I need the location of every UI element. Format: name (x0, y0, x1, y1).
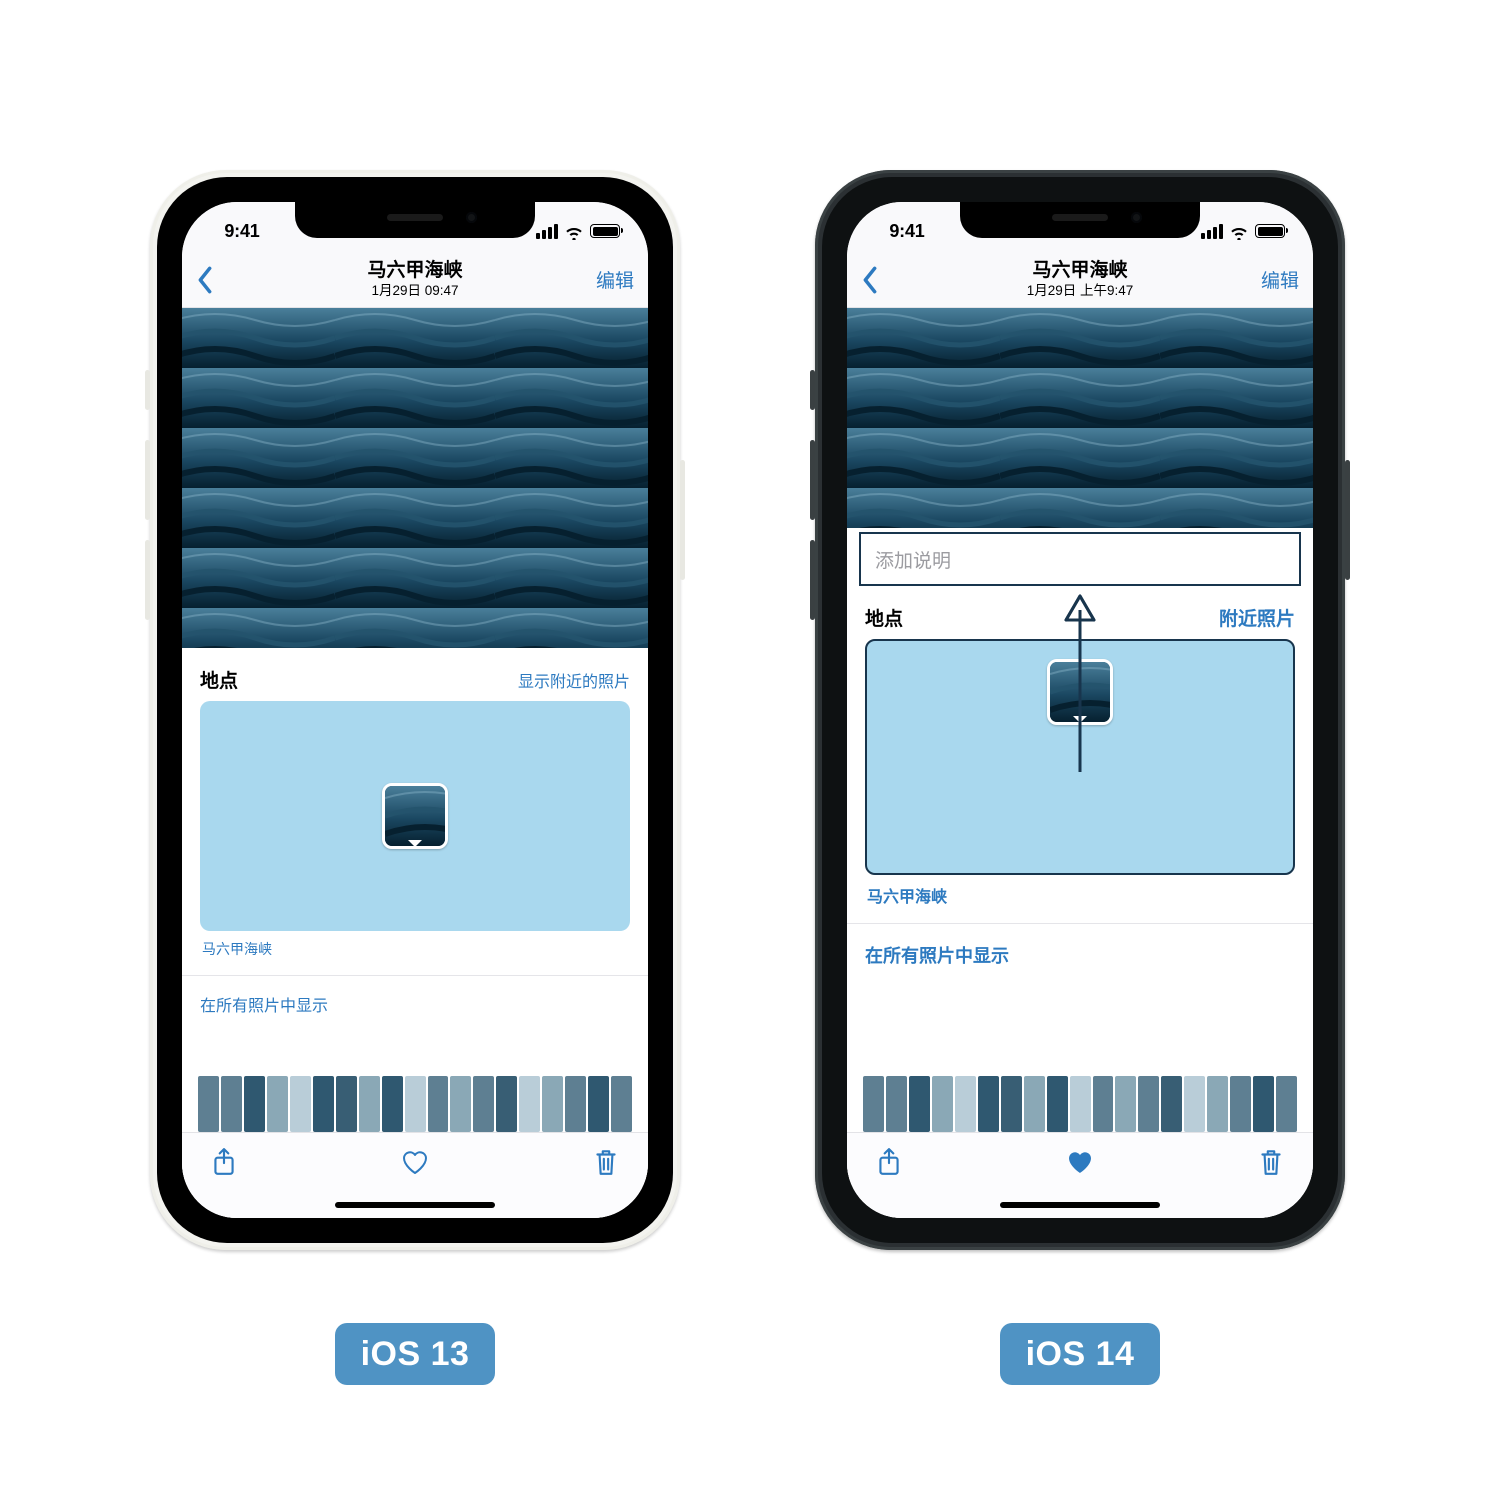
map-caption: 马六甲海峡 (202, 939, 628, 959)
screen-ios13: 9:41 马六甲海峡 1月29日 09:47 (182, 202, 648, 1218)
heart-icon[interactable] (1066, 1147, 1094, 1177)
map-pin[interactable] (382, 783, 448, 849)
trash-icon[interactable] (1257, 1147, 1285, 1177)
wifi-icon (564, 224, 584, 239)
battery-icon (1255, 224, 1285, 238)
place-label: 地点 (200, 666, 238, 693)
nav-bar: 马六甲海峡 1月29日 09:47 编辑 (182, 252, 648, 308)
content-ios13: 地点 显示附近的照片 马六甲海峡 在所有照片中显示 (182, 308, 648, 1218)
version-label-ios14: iOS 14 (1000, 1323, 1160, 1385)
edit-button[interactable]: 编辑 (1261, 266, 1299, 293)
edit-button[interactable]: 编辑 (596, 266, 634, 293)
status-time: 9:41 (875, 221, 939, 242)
version-label-ios13: iOS 13 (335, 1323, 495, 1385)
notch (960, 202, 1200, 238)
nav-subtitle: 1月29日 上午9:47 (847, 283, 1313, 299)
status-time: 9:41 (210, 221, 274, 242)
cellular-icon (536, 224, 558, 239)
mute-switch[interactable] (145, 370, 150, 410)
mute-switch[interactable] (810, 370, 815, 410)
location-map[interactable] (200, 701, 630, 931)
share-icon[interactable] (210, 1147, 238, 1177)
phone-ios14: 9:41 马六甲海峡 1月29日 上午9:47 编辑 (815, 170, 1345, 1250)
notch (295, 202, 535, 238)
back-button[interactable] (861, 266, 879, 294)
bottom-toolbar (847, 1132, 1313, 1218)
screen-ios14: 9:41 马六甲海峡 1月29日 上午9:47 编辑 (847, 202, 1313, 1218)
volume-down-button[interactable] (810, 540, 815, 620)
phone-ios13: 9:41 马六甲海峡 1月29日 09:47 (150, 170, 680, 1250)
side-button[interactable] (680, 460, 685, 580)
show-in-all-link[interactable]: 在所有照片中显示 (847, 924, 1313, 976)
nav-title: 马六甲海峡 (182, 260, 648, 282)
photo-preview[interactable] (847, 308, 1313, 528)
wifi-icon (1229, 224, 1249, 239)
volume-down-button[interactable] (145, 540, 150, 620)
bottom-toolbar (182, 1132, 648, 1218)
volume-up-button[interactable] (145, 440, 150, 520)
annotation-arrow-icon (1058, 594, 1102, 774)
place-label: 地点 (865, 604, 903, 631)
nearby-photos-link[interactable]: 附近照片 (1219, 604, 1295, 631)
content-ios14: 添加说明 地点 附近照片 马六甲海峡 在所有照片 (847, 308, 1313, 1218)
home-indicator (335, 1202, 495, 1208)
caption-input[interactable]: 添加说明 (859, 532, 1301, 586)
map-caption: 马六甲海峡 (867, 883, 1293, 907)
thumbnail-strip[interactable] (847, 1076, 1313, 1132)
thumbnail-strip[interactable] (182, 1076, 648, 1132)
heart-icon[interactable] (401, 1147, 429, 1177)
trash-icon[interactable] (592, 1147, 620, 1177)
nav-subtitle: 1月29日 09:47 (182, 283, 648, 299)
place-section: 地点 显示附近的照片 马六甲海峡 (182, 648, 648, 959)
battery-icon (590, 224, 620, 238)
nav-bar: 马六甲海峡 1月29日 上午9:47 编辑 (847, 252, 1313, 308)
photo-preview[interactable] (182, 308, 648, 648)
caption-placeholder: 添加说明 (875, 546, 951, 573)
home-indicator (1000, 1202, 1160, 1208)
side-button[interactable] (1345, 460, 1350, 580)
nearby-photos-link[interactable]: 显示附近的照片 (518, 668, 630, 692)
share-icon[interactable] (875, 1147, 903, 1177)
show-in-all-link[interactable]: 在所有照片中显示 (182, 976, 648, 1024)
cellular-icon (1201, 224, 1223, 239)
nav-title: 马六甲海峡 (847, 260, 1313, 282)
volume-up-button[interactable] (810, 440, 815, 520)
back-button[interactable] (196, 266, 214, 294)
